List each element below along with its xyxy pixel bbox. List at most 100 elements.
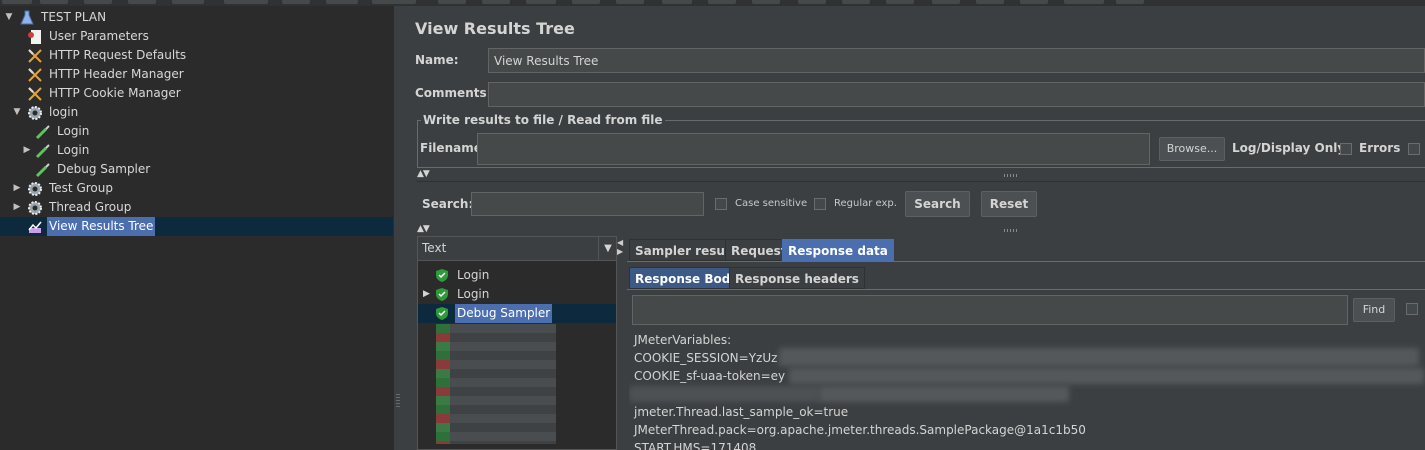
tree-item-label: Login bbox=[57, 143, 90, 157]
toolbar-button[interactable] bbox=[932, 0, 960, 4]
toolbar-button[interactable] bbox=[1064, 0, 1104, 4]
toolbar-button[interactable] bbox=[1020, 0, 1048, 4]
result-item-login[interactable]: Login bbox=[418, 266, 616, 285]
page-title: View Results Tree bbox=[415, 19, 575, 38]
reset-button[interactable]: Reset bbox=[981, 191, 1037, 217]
tree-item-label: Debug Sampler bbox=[57, 162, 151, 176]
expand-arrow-icon[interactable]: ▶ bbox=[12, 179, 22, 198]
toolbar-button[interactable] bbox=[172, 0, 204, 4]
expand-arrow-icon[interactable]: ▼ bbox=[4, 8, 14, 27]
success-shield-icon bbox=[436, 269, 448, 282]
tree-item-label: User Parameters bbox=[49, 29, 149, 43]
tree-item-http-cookie-manager[interactable]: HTTP Cookie Manager bbox=[0, 84, 393, 103]
filename-label: Filename bbox=[420, 141, 482, 155]
tree-item-login-sampler[interactable]: Login bbox=[0, 122, 393, 141]
find-input[interactable] bbox=[632, 295, 1348, 325]
toolbar-button[interactable] bbox=[326, 0, 358, 4]
tab-response-headers[interactable]: Response headers bbox=[729, 267, 865, 289]
filename-field[interactable] bbox=[477, 133, 1150, 165]
wrench-icon bbox=[28, 87, 42, 101]
errors-label: Errors bbox=[1359, 141, 1401, 155]
comments-field[interactable] bbox=[488, 82, 1425, 107]
toolbar-button[interactable] bbox=[2, 0, 32, 4]
log-display-label: Log/Display Only: bbox=[1232, 141, 1350, 155]
toolbar-button[interactable] bbox=[40, 0, 68, 4]
tree-item-label: Test Group bbox=[49, 181, 113, 195]
toolbar-button[interactable] bbox=[128, 0, 156, 4]
result-item-login-2[interactable]: ▶ Login bbox=[418, 285, 616, 304]
toolbar-button[interactable] bbox=[282, 0, 310, 4]
toolbar-button[interactable] bbox=[752, 0, 780, 4]
case-sensitive-checkbox[interactable] bbox=[715, 198, 727, 210]
tree-item-http-header-manager[interactable]: HTTP Header Manager bbox=[0, 65, 393, 84]
tree-item-login-sampler-2[interactable]: ▶ Login bbox=[0, 141, 393, 160]
tab-sampler-result[interactable]: Sampler result bbox=[629, 239, 741, 261]
toolbar-button[interactable] bbox=[886, 0, 914, 4]
wrench-icon bbox=[28, 49, 42, 63]
toolbar-button[interactable] bbox=[662, 0, 692, 4]
toolbar-button[interactable] bbox=[798, 0, 826, 4]
splitter-grip[interactable] bbox=[1004, 174, 1018, 177]
name-field[interactable]: View Results Tree bbox=[488, 48, 1425, 73]
browse-button[interactable]: Browse... bbox=[1159, 137, 1225, 161]
expand-arrow-icon[interactable]: ▶ bbox=[12, 198, 22, 217]
tree-item-label: Login bbox=[57, 124, 90, 138]
expand-arrow-icon[interactable]: ▼ bbox=[12, 103, 22, 122]
tree-item-test-group[interactable]: ▶ Test Group bbox=[0, 179, 393, 198]
renderer-select[interactable]: Text ▼ bbox=[418, 237, 616, 261]
toolbar-button[interactable] bbox=[482, 0, 510, 4]
toolbar-button[interactable] bbox=[616, 0, 644, 4]
user-params-icon bbox=[28, 30, 41, 44]
chart-icon bbox=[28, 221, 42, 233]
toolbar-button[interactable] bbox=[526, 0, 556, 4]
toolbar-button[interactable] bbox=[976, 0, 1004, 4]
redacted-area bbox=[436, 324, 556, 444]
tab-response-body[interactable]: Response Body bbox=[629, 267, 745, 289]
collapse-arrows-icon[interactable]: ▲▼ bbox=[417, 224, 430, 234]
tree-item-label: HTTP Request Defaults bbox=[49, 48, 187, 62]
chevron-down-icon[interactable]: ▼ bbox=[598, 237, 617, 260]
response-line: JMeterVariables: bbox=[634, 333, 732, 347]
pane-splitter[interactable] bbox=[394, 6, 402, 450]
collapse-arrows-icon[interactable]: ▲▼ bbox=[417, 169, 430, 179]
search-label: Search: bbox=[422, 197, 474, 211]
successes-checkbox[interactable] bbox=[1408, 143, 1420, 155]
gear-icon bbox=[28, 182, 42, 196]
expand-arrow-icon[interactable]: ▶ bbox=[423, 285, 430, 304]
tab-response-data[interactable]: Response data bbox=[782, 239, 894, 261]
find-case-checkbox[interactable] bbox=[1406, 303, 1418, 315]
search-input[interactable] bbox=[471, 192, 704, 216]
splitter-grip[interactable] bbox=[1004, 229, 1018, 232]
toolbar-button[interactable] bbox=[372, 0, 416, 4]
redacted-area bbox=[629, 386, 819, 402]
toolbar-button[interactable] bbox=[842, 0, 870, 4]
renderer-selected: Text bbox=[422, 241, 447, 255]
case-sensitive-label: Case sensitive bbox=[735, 198, 808, 209]
tree-item-test-plan[interactable]: ▼ TEST PLAN bbox=[0, 8, 393, 27]
tree-item-login-group[interactable]: ▼ login bbox=[0, 103, 393, 122]
sash-arrows-icon[interactable]: ◀ ▶ bbox=[617, 238, 623, 256]
redacted-area bbox=[779, 348, 1419, 366]
toolbar-button[interactable] bbox=[572, 0, 600, 4]
tree-item-label: Thread Group bbox=[49, 200, 132, 214]
search-button[interactable]: Search bbox=[905, 191, 970, 217]
toolbar-button[interactable] bbox=[84, 0, 112, 4]
wrench-icon bbox=[28, 68, 42, 82]
find-button[interactable]: Find bbox=[1353, 298, 1395, 322]
tree-item-http-request-defaults[interactable]: HTTP Request Defaults bbox=[0, 46, 393, 65]
toolbar-button[interactable] bbox=[224, 0, 268, 4]
regex-checkbox[interactable] bbox=[814, 198, 826, 210]
result-label: Login bbox=[457, 268, 490, 282]
tree-item-label: TEST PLAN bbox=[41, 10, 107, 24]
toolbar-button[interactable] bbox=[438, 0, 466, 4]
toolbar-button[interactable] bbox=[708, 0, 736, 4]
toolbar-button[interactable] bbox=[1116, 0, 1144, 4]
tree-item-view-results-tree[interactable]: View Results Tree bbox=[0, 217, 393, 236]
result-item-debug-sampler[interactable]: Debug Sampler bbox=[418, 304, 616, 323]
tree-item-debug-sampler[interactable]: Debug Sampler bbox=[0, 160, 393, 179]
results-list: Text ▼ Login ▶ Login Debug Sampler bbox=[417, 236, 617, 450]
tree-item-thread-group[interactable]: ▶ Thread Group bbox=[0, 198, 393, 217]
expand-arrow-icon[interactable]: ▶ bbox=[22, 141, 32, 160]
tree-item-user-parameters[interactable]: User Parameters bbox=[0, 27, 393, 46]
errors-checkbox[interactable] bbox=[1340, 143, 1352, 155]
